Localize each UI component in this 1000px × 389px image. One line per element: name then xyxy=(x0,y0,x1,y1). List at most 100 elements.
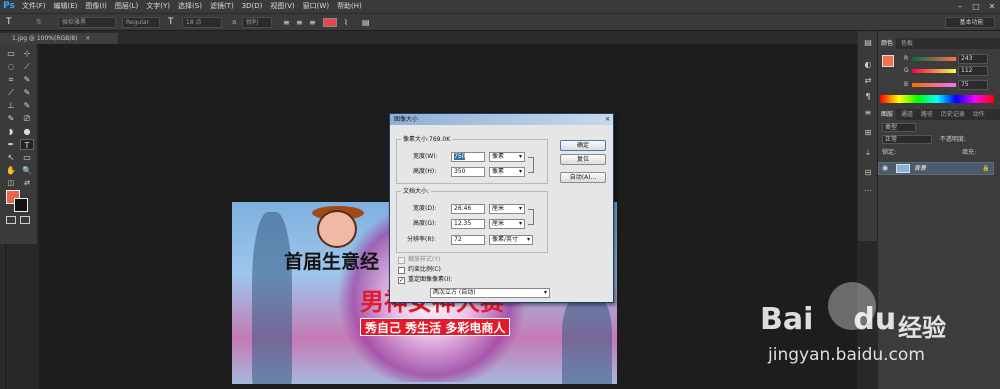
workspace-select[interactable]: 基本功能 xyxy=(945,17,995,28)
type-tool-selected-icon[interactable]: T xyxy=(20,139,34,150)
eyedropper-tool-icon[interactable]: ✎ xyxy=(20,74,34,85)
crop-tool-icon[interactable]: ⌗ xyxy=(4,74,18,85)
color-panel-foreground-swatch[interactable] xyxy=(882,55,894,67)
menu-edit[interactable]: 编辑(E) xyxy=(50,0,82,13)
document-tab-close-icon[interactable]: × xyxy=(85,35,90,42)
paragraph-panel-icon[interactable]: ¶ xyxy=(862,91,874,102)
warp-text-icon[interactable]: ⌇ xyxy=(344,17,348,28)
ok-button[interactable]: 确定 xyxy=(560,140,606,151)
resample-method-select[interactable]: 两次立方 (自动) xyxy=(430,288,550,298)
stamp-tool-icon[interactable]: ⊥ xyxy=(4,100,18,111)
doc-height-unit-select[interactable]: 厘米 xyxy=(489,219,525,229)
menu-3d[interactable]: 3D(D) xyxy=(238,0,267,13)
channel-b-value[interactable]: 75 xyxy=(958,80,988,90)
tab-color[interactable]: 颜色 xyxy=(878,38,897,49)
swap-colors-icon[interactable]: ⇄ xyxy=(20,178,34,189)
menu-layer[interactable]: 图层(L) xyxy=(111,0,142,13)
color-spectrum-ramp[interactable] xyxy=(880,95,994,103)
align-center-icon[interactable]: ≡ xyxy=(296,17,303,28)
text-color-swatch[interactable] xyxy=(323,18,337,27)
resample-checkbox[interactable]: ✓ xyxy=(398,277,405,284)
zoom-tool-icon[interactable]: 🔍 xyxy=(20,165,34,176)
layer-visibility-eye-icon[interactable]: ◉ xyxy=(882,163,888,174)
reset-button[interactable]: 复位 xyxy=(560,154,606,165)
history-panel-icon[interactable]: ▤ xyxy=(862,37,874,48)
auto-button[interactable]: 自动(A)... xyxy=(560,172,606,183)
eraser-tool-icon[interactable]: ✎ xyxy=(4,113,18,124)
text-orientation-icon[interactable]: ⇅ xyxy=(36,17,42,28)
maximize-icon[interactable]: □ xyxy=(968,0,984,13)
document-tab[interactable]: 1.jpg @ 100%(RGB/8) × xyxy=(0,33,118,44)
properties-panel-icon[interactable]: ≡ xyxy=(862,107,874,118)
more-panels-icon[interactable]: ⋯ xyxy=(862,185,874,196)
default-colors-icon[interactable]: ◫ xyxy=(4,178,18,189)
menu-file[interactable]: 文件(F) xyxy=(18,0,50,13)
history-brush-tool-icon[interactable]: ✎ xyxy=(20,100,34,111)
tab-layers[interactable]: 图层 xyxy=(878,109,897,120)
dialog-close-icon[interactable]: × xyxy=(603,115,612,124)
tab-swatches[interactable]: 色板 xyxy=(898,38,916,49)
pixel-height-unit-select[interactable]: 像素 xyxy=(489,167,525,177)
screen-mode-icon[interactable] xyxy=(20,216,30,224)
channel-g-slider[interactable] xyxy=(912,69,956,73)
pixel-width-unit-select[interactable]: 像素 xyxy=(489,152,525,162)
menu-image[interactable]: 图像(I) xyxy=(81,0,111,13)
minimize-icon[interactable]: – xyxy=(952,0,968,13)
channel-r-slider[interactable] xyxy=(912,57,956,61)
gradient-tool-icon[interactable]: ⎚ xyxy=(20,113,34,124)
tab-channels[interactable]: 通道 xyxy=(898,109,916,120)
pixel-height-input[interactable]: 350 xyxy=(451,167,485,177)
actions-panel-icon[interactable]: ⇣ xyxy=(862,147,874,158)
font-size-select[interactable]: 18 点 xyxy=(182,17,222,28)
swap-panel-icon[interactable]: ⇄ xyxy=(862,75,874,86)
channel-r-value[interactable]: 243 xyxy=(958,54,988,64)
font-style-select[interactable]: Regular xyxy=(122,17,160,28)
blend-mode-select[interactable]: 正常 xyxy=(882,135,932,144)
adjustments-panel-icon[interactable]: ◐ xyxy=(862,59,874,70)
blur-tool-icon[interactable]: ◗ xyxy=(4,126,18,137)
lasso-tool-icon[interactable]: ◌ xyxy=(4,61,18,72)
menu-filter[interactable]: 滤镜(T) xyxy=(206,0,238,13)
menu-type[interactable]: 文字(Y) xyxy=(142,0,174,13)
magic-wand-tool-icon[interactable]: ⟋ xyxy=(20,61,34,72)
layer-name[interactable]: 背景 xyxy=(914,163,926,174)
hand-tool-icon[interactable]: ✋ xyxy=(4,165,18,176)
pixel-width-input[interactable]: 750 xyxy=(451,152,485,162)
tab-history[interactable]: 历史记录 xyxy=(938,109,968,120)
align-right-icon[interactable]: ≡ xyxy=(309,17,316,28)
resolution-unit-select[interactable]: 像素/英寸 xyxy=(489,235,533,245)
menu-select[interactable]: 选择(S) xyxy=(174,0,206,13)
healing-tool-icon[interactable]: ⟋ xyxy=(4,87,18,98)
close-icon[interactable]: ✕ xyxy=(984,0,1000,13)
tab-actions[interactable]: 动作 xyxy=(970,109,988,120)
pen-tool-icon[interactable]: ✒ xyxy=(4,139,18,150)
doc-width-input[interactable]: 26.46 xyxy=(451,204,485,214)
character-panel-icon[interactable]: ▤ xyxy=(362,17,370,28)
constrain-checkbox[interactable] xyxy=(398,267,405,274)
dodge-tool-icon[interactable]: ● xyxy=(20,126,34,137)
shape-tool-icon[interactable]: ▭ xyxy=(20,152,34,163)
quick-mask-icon[interactable] xyxy=(6,216,16,224)
type-tool-icon[interactable]: T xyxy=(6,17,12,28)
channel-b-slider[interactable] xyxy=(912,83,956,87)
doc-height-input[interactable]: 12.35 xyxy=(451,219,485,229)
marquee-tool-icon[interactable]: ▭ xyxy=(4,48,18,59)
menu-window[interactable]: 窗口(W) xyxy=(299,0,333,13)
menu-help[interactable]: 帮助(H) xyxy=(333,0,366,13)
layer-filter-select[interactable]: 类型 xyxy=(882,123,916,132)
background-color-swatch[interactable] xyxy=(14,198,28,212)
menu-view[interactable]: 视图(V) xyxy=(266,0,298,13)
doc-width-unit-select[interactable]: 厘米 xyxy=(489,204,525,214)
resolution-input[interactable]: 72 xyxy=(451,235,485,245)
move-tool-icon[interactable]: ⊹ xyxy=(20,48,34,59)
path-selection-tool-icon[interactable]: ↖ xyxy=(4,152,18,163)
styles-panel-icon[interactable]: ⊞ xyxy=(862,127,874,138)
brush-tool-icon[interactable]: ✎ xyxy=(20,87,34,98)
align-left-icon[interactable]: ≡ xyxy=(283,17,290,28)
scale-styles-checkbox[interactable] xyxy=(398,257,405,264)
tab-paths[interactable]: 路径 xyxy=(918,109,936,120)
channel-g-value[interactable]: 112 xyxy=(958,66,988,76)
font-family-select[interactable]: 微软雅黑 xyxy=(58,17,116,28)
anti-alias-select[interactable]: 锐利 xyxy=(242,17,272,28)
layer-comps-panel-icon[interactable]: ⊟ xyxy=(862,167,874,178)
